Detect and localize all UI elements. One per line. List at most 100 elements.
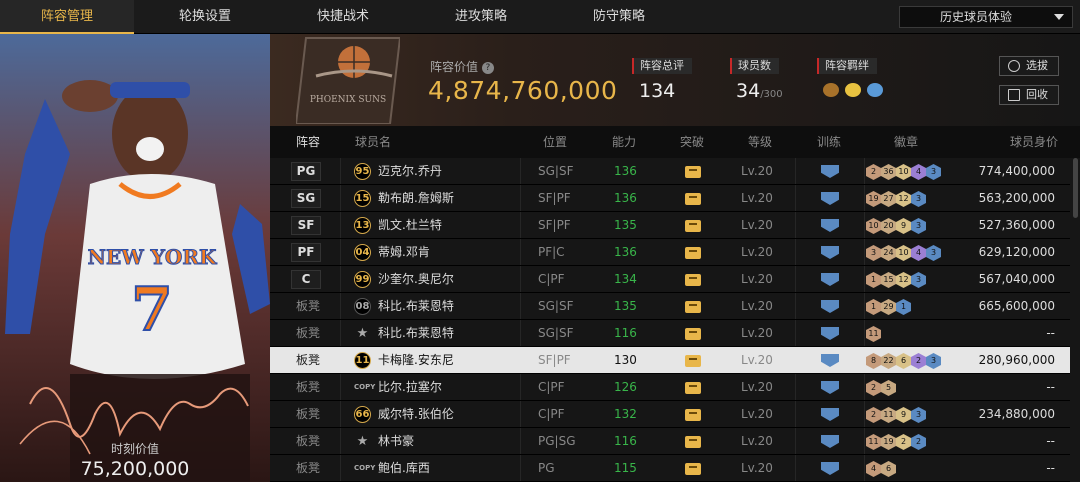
table-row[interactable]: 板凳 COPY 比尔.拉塞尔 C|PF 126 Lv.20 2 5 -- [270, 374, 1070, 401]
badge-icon: 11 [866, 434, 881, 450]
crown-icon[interactable] [685, 409, 701, 421]
table-row[interactable]: SG 15 勒布朗.詹姆斯 SF|PF 136 Lv.20 19 27 12 3 563,200,0… [270, 185, 1070, 212]
table-row[interactable]: C 99 沙奎尔.奥尼尔 C|PF 134 Lv.20 1 15 12 3 567,040,000 [270, 266, 1070, 293]
crown-icon[interactable] [685, 220, 701, 232]
training-icon[interactable] [821, 246, 839, 259]
mode-dropdown[interactable]: 历史球员体验 [899, 6, 1073, 28]
player-name: 迈克尔.乔丹 [378, 164, 442, 178]
table-row[interactable]: 板凳 COPY 鲍伯.库西 PG 115 Lv.20 4 6 -- [270, 455, 1070, 482]
badge-icon: 2 [896, 434, 911, 450]
training-icon[interactable] [821, 165, 839, 178]
overall-label: 阵容总评 [632, 58, 692, 74]
training-icon[interactable] [821, 300, 839, 313]
player-name: 沙奎尔.奥尼尔 [378, 272, 454, 286]
table-row[interactable]: 板凳 08 科比.布莱恩特 SG|SF 135 Lv.20 1 29 1 665,600,000 [270, 293, 1070, 320]
table-row[interactable]: 板凳 ★ 林书豪 PG|SG 116 Lv.20 11 19 2 2 -- [270, 428, 1070, 455]
badge-icon: 2 [866, 407, 881, 423]
training-icon[interactable] [821, 219, 839, 232]
player-rank-icon: COPY [354, 383, 376, 391]
crown-icon[interactable] [685, 193, 701, 205]
slot-badge: C [291, 270, 321, 289]
player-position: SF|PF [538, 353, 571, 367]
crown-icon[interactable] [685, 328, 701, 340]
badge-list: 3 24 10 4 3 [866, 244, 941, 261]
select-button[interactable]: 选拔 [999, 56, 1059, 76]
jersey-team-text: NEW YORK [88, 245, 217, 269]
tab-rotation[interactable]: 轮换设置 [140, 0, 270, 34]
badge-list: 25 [866, 379, 896, 396]
player-rank-icon: 04 [354, 244, 371, 261]
recycle-button[interactable]: 回收 [999, 85, 1059, 105]
player-worth: -- [1046, 461, 1055, 475]
badge-list: 11 [866, 325, 881, 342]
refresh-icon [1008, 60, 1020, 72]
slot-label: 板凳 [296, 380, 321, 394]
player-position: SF|PF [538, 191, 571, 205]
crown-icon[interactable] [685, 463, 701, 475]
crown-icon[interactable] [685, 436, 701, 448]
player-rank-icon: ★ [356, 326, 369, 341]
tab-offense[interactable]: 进攻策略 [416, 0, 546, 34]
player-rank-icon: 99 [354, 271, 371, 288]
col-lineup: 阵容 [296, 135, 321, 149]
crown-icon[interactable] [685, 355, 701, 367]
badge-icon: 22 [881, 353, 896, 369]
col-badges: 徽章 [894, 135, 919, 149]
badge-icon: 9 [896, 218, 911, 234]
player-ability: 126 [614, 380, 637, 394]
slot-label: 板凳 [296, 461, 321, 475]
training-icon[interactable] [821, 435, 839, 448]
badge-icon: 24 [881, 245, 896, 261]
chemistry-icons[interactable] [823, 81, 887, 101]
training-icon[interactable] [821, 327, 839, 340]
chemistry-icon [845, 83, 861, 97]
chemistry-label: 阵容羁绊 [817, 58, 877, 74]
training-icon[interactable] [821, 381, 839, 394]
badge-list: 8 22 6 2 3 [866, 352, 941, 369]
player-ability: 130 [614, 353, 637, 367]
table-row[interactable]: SF 13 凯文.杜兰特 SF|PF 135 Lv.20 10 20 9 3 527,360,000 [270, 212, 1070, 239]
badge-icon: 11 [881, 407, 896, 423]
training-icon[interactable] [821, 192, 839, 205]
col-ability: 能力 [612, 135, 637, 149]
tab-lineup[interactable]: 阵容管理 [0, 0, 134, 34]
tab-quick-tactics[interactable]: 快捷战术 [278, 0, 408, 34]
crown-icon[interactable] [685, 274, 701, 286]
player-ability: 134 [614, 272, 637, 286]
player-position: PG|SG [538, 434, 576, 448]
training-icon[interactable] [821, 273, 839, 286]
player-position: SF|PF [538, 218, 571, 232]
player-name: 勒布朗.詹姆斯 [378, 191, 454, 205]
training-icon[interactable] [821, 462, 839, 475]
player-position: SG|SF [538, 164, 574, 178]
table-row[interactable]: PG 95 迈克尔.乔丹 SG|SF 136 Lv.20 2 36 10 4 3 774,400,00… [270, 158, 1070, 185]
crown-icon[interactable] [685, 301, 701, 313]
badge-icon: 2 [911, 353, 926, 369]
player-position: C|PF [538, 380, 565, 394]
player-name: 科比.布莱恩特 [378, 299, 454, 313]
player-name: 威尔特.张伯伦 [378, 407, 454, 421]
jersey-number-text: 7 [131, 275, 173, 345]
training-icon[interactable] [821, 408, 839, 421]
player-worth: 280,960,000 [978, 353, 1055, 367]
crown-icon[interactable] [685, 166, 701, 178]
player-ability: 136 [614, 191, 637, 205]
badge-icon: 10 [866, 218, 881, 234]
crown-icon[interactable] [685, 382, 701, 394]
player-ability: 136 [614, 245, 637, 259]
badge-icon: 3 [911, 218, 926, 234]
table-row[interactable]: 板凳 ★ 科比.布莱恩特 SG|SF 116 Lv.20 11 -- [270, 320, 1070, 347]
table-row[interactable]: 板凳 11 卡梅隆.安东尼 SF|PF 130 Lv.20 8 22 6 2 3 280,960,00… [270, 347, 1070, 374]
training-icon[interactable] [821, 354, 839, 367]
badge-icon: 20 [881, 218, 896, 234]
badge-list: 46 [866, 460, 896, 477]
crown-icon[interactable] [685, 247, 701, 259]
recycle-icon [1008, 89, 1020, 101]
slot-label: 板凳 [296, 299, 321, 313]
table-row[interactable]: 板凳 66 威尔特.张伯伦 C|PF 132 Lv.20 2 11 9 3 234,880,000 [270, 401, 1070, 428]
tab-defense[interactable]: 防守策略 [554, 0, 684, 34]
player-rank-icon: 15 [354, 190, 371, 207]
table-row[interactable]: PF 04 蒂姆.邓肯 PF|C 136 Lv.20 3 24 10 4 3 629,120,000 [270, 239, 1070, 266]
scrollbar[interactable] [1073, 158, 1078, 218]
roster-table: 阵容 球员名 位置 能力 突破 等级 训练 徽章 球员身价 PG 95 迈克尔.乔丹… [270, 126, 1080, 482]
